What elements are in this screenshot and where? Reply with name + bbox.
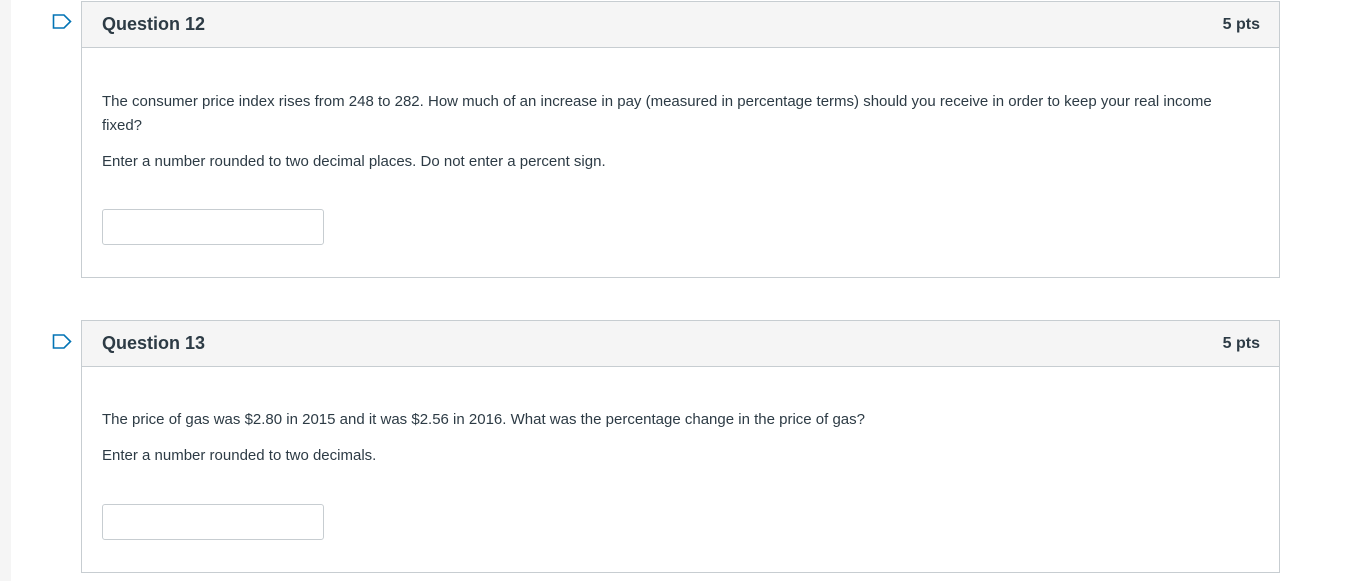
question-prompt: The price of gas was $2.80 in 2015 and i… bbox=[102, 411, 865, 428]
question-points: 5 pts bbox=[1222, 16, 1260, 33]
answer-input[interactable] bbox=[102, 209, 324, 245]
question-instructions: Enter a number rounded to two decimal pl… bbox=[102, 153, 606, 170]
answer-input[interactable] bbox=[102, 504, 324, 540]
left-gutter bbox=[0, 0, 11, 581]
question-prompt: The consumer price index rises from 248 … bbox=[102, 93, 1212, 134]
question-instructions: Enter a number rounded to two decimals. bbox=[102, 447, 377, 464]
flag-question-icon[interactable] bbox=[52, 334, 72, 349]
question-points: 5 pts bbox=[1222, 335, 1260, 352]
question-13-card: Question 13 5 pts The price of gas was $… bbox=[81, 320, 1280, 573]
question-header: Question 12 5 pts bbox=[82, 2, 1279, 48]
question-title: Question 13 bbox=[102, 333, 206, 353]
question-12-card: Question 12 5 pts The consumer price ind… bbox=[81, 1, 1280, 278]
question-title: Question 12 bbox=[102, 14, 206, 34]
question-text: The consumer price index rises from 248 … bbox=[102, 90, 1217, 186]
flag-question-icon[interactable] bbox=[52, 14, 72, 29]
question-text: The price of gas was $2.80 in 2015 and i… bbox=[102, 408, 1217, 480]
question-header: Question 13 5 pts bbox=[82, 321, 1279, 367]
